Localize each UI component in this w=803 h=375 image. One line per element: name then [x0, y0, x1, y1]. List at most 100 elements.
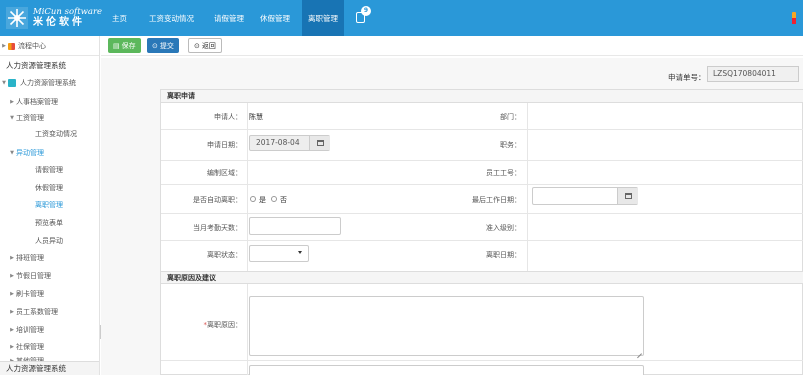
sidebar-item-label: 培训管理	[16, 326, 44, 334]
apply-no-label: 申请单号：	[668, 73, 706, 82]
nav-leave-request[interactable]: 请假管理	[214, 0, 244, 36]
resignation-form: 离职申请 申请人： 陈慧 部门： 申请日期： 2017-08-04 职务： 编制…	[160, 89, 803, 375]
hr-system-icon	[8, 79, 16, 87]
chevron-right-icon: ▶	[2, 43, 6, 49]
chevron-right-icon: ▶	[10, 99, 14, 105]
notification-badge: 9	[361, 6, 371, 16]
sidebar-item-label: 人事档案管理	[16, 98, 58, 106]
sidebar-item-label: 社保管理	[16, 343, 44, 351]
divider	[161, 213, 803, 214]
staffing-area-label: 编制区域：	[207, 169, 242, 177]
chevron-right-icon: ▶	[10, 327, 14, 333]
sidebar-item-preview-form[interactable]: 预览表单	[0, 216, 99, 230]
chevron-right-icon: ▶	[10, 273, 14, 279]
sidebar-item-salary[interactable]: ▼ 工资管理	[0, 111, 99, 125]
sidebar-item-label: 人力资源管理系统	[20, 79, 76, 87]
sidebar-item-social-security[interactable]: ▶ 社保管理	[0, 340, 99, 354]
chevron-right-icon: ▶	[10, 344, 14, 350]
back-button-label: 返回	[201, 41, 216, 50]
leave-status-label: 离职状态：	[207, 251, 242, 259]
logo-snowflake-icon	[6, 7, 28, 29]
month-attendance-input[interactable]	[249, 217, 341, 235]
department-label: 部门：	[500, 113, 521, 121]
sidebar-item-label: 刷卡管理	[16, 290, 44, 298]
last-workday-field[interactable]	[532, 187, 638, 205]
sidebar-item-salary-change[interactable]: 工资变动情况	[0, 127, 99, 141]
section-title-reason: 离职原因及建议	[161, 271, 803, 284]
sidebar-item-staff-transfer[interactable]: 人员异动	[0, 234, 99, 248]
chevron-down-icon: ▼	[10, 150, 14, 156]
sidebar-root-hrm[interactable]: ▼ 人力资源管理系统	[0, 76, 99, 90]
approve-level-label: 准入级别：	[486, 224, 521, 232]
sidebar-item-personnel[interactable]: ▶ 人事档案管理	[0, 95, 99, 109]
chevron-down-icon: ▼	[10, 115, 14, 121]
sidebar-item-coefficient[interactable]: ▶ 员工系数管理	[0, 305, 99, 319]
save-button[interactable]: ▤ 保存	[108, 38, 141, 53]
sidebar-item-transfer[interactable]: ▼ 异动管理	[0, 146, 99, 160]
leave-date-label: 离职日期：	[486, 251, 521, 259]
apps-icon	[8, 42, 15, 50]
reason-textarea[interactable]	[249, 296, 644, 356]
apply-date-label: 申请日期：	[207, 141, 242, 149]
position-label: 职务：	[500, 141, 521, 149]
user-menu-icon[interactable]	[792, 12, 796, 24]
save-icon: ▤	[113, 41, 120, 50]
apply-date-value: 2017-08-04	[256, 138, 300, 147]
resize-handle-icon[interactable]	[636, 348, 642, 354]
sidebar: ▶ 流程中心 人力资源管理系统 ▼ 人力资源管理系统 ▶ 人事档案管理 ▼ 工资…	[0, 36, 100, 375]
sidebar-item-training[interactable]: ▶ 培训管理	[0, 323, 99, 337]
top-header: MiCun software 米伦软件 主页 工资变动情况 请假管理 休假管理 …	[0, 0, 803, 36]
auto-leave-label: 是否自动离职：	[193, 196, 242, 204]
sidebar-item-label: 流程中心	[18, 42, 46, 50]
radio-no[interactable]	[271, 196, 277, 202]
save-button-label: 保存	[121, 41, 136, 50]
leave-status-select[interactable]	[249, 245, 309, 262]
divider	[161, 184, 803, 185]
submit-button-label: 提交	[159, 41, 174, 50]
calendar-icon[interactable]	[309, 136, 330, 150]
nav-home[interactable]: 主页	[112, 0, 127, 36]
back-button[interactable]: ⊙ 返回	[188, 38, 222, 53]
applicant-value: 陈慧	[249, 113, 263, 121]
sidebar-item-card[interactable]: ▶ 刷卡管理	[0, 287, 99, 301]
logo: MiCun software 米伦软件	[0, 0, 107, 36]
reason-label-text: 离职原因：	[207, 321, 242, 329]
nav-salary-change[interactable]: 工资变动情况	[149, 0, 194, 36]
chevron-down-icon: ▼	[2, 80, 6, 86]
sidebar-item-schedule[interactable]: ▶ 排班管理	[0, 251, 99, 265]
system-title: 人力资源管理系统	[6, 60, 66, 70]
back-icon: ⊙	[194, 41, 200, 50]
month-attendance-label: 当月考勤天数：	[193, 224, 242, 232]
apply-date-field[interactable]: 2017-08-04	[249, 135, 330, 151]
calendar-icon[interactable]	[617, 188, 638, 204]
sidebar-item-resignation[interactable]: 离职管理	[0, 198, 99, 212]
sidebar-item-label: 异动管理	[16, 149, 44, 157]
sidebar-item-leave[interactable]: 请假管理	[0, 163, 99, 177]
suggestion-textarea[interactable]	[249, 365, 644, 375]
sidebar-item-vacation[interactable]: 休假管理	[0, 181, 99, 195]
sidebar-item-label: 工资管理	[16, 114, 44, 122]
logo-chinese-text: 米伦软件	[33, 17, 85, 29]
main-content: 申请单号： LZSQ170804011 离职申请 申请人： 陈慧 部门： 申请日…	[101, 58, 803, 375]
sidebar-item-label: 员工系数管理	[16, 308, 58, 316]
apply-no-field: LZSQ170804011	[707, 66, 799, 82]
nav-resignation[interactable]: 离职管理	[302, 0, 344, 36]
radio-yes[interactable]	[250, 196, 256, 202]
divider	[0, 55, 99, 56]
sidebar-item-holiday[interactable]: ▶ 节假日管理	[0, 269, 99, 283]
sidebar-footer[interactable]: 人力资源管理系统	[0, 361, 99, 375]
toolbar: ▤ 保存 ⊙ 提交 ⊙ 返回	[101, 36, 803, 56]
nav-vacation[interactable]: 休假管理	[260, 0, 290, 36]
employee-no-label: 员工工号：	[486, 169, 521, 177]
sidebar-item-label: 排班管理	[16, 254, 44, 262]
sidebar-process-center[interactable]: ▶ 流程中心	[0, 39, 99, 53]
submit-icon: ⊙	[152, 41, 158, 50]
divider	[161, 160, 803, 161]
section-title-resignation: 离职申请	[161, 90, 803, 103]
submit-button[interactable]: ⊙ 提交	[147, 38, 179, 53]
applicant-label: 申请人：	[214, 113, 242, 121]
divider	[161, 129, 803, 130]
chevron-down-icon	[298, 251, 302, 254]
chevron-right-icon: ▶	[10, 255, 14, 261]
chevron-right-icon: ▶	[10, 309, 14, 315]
